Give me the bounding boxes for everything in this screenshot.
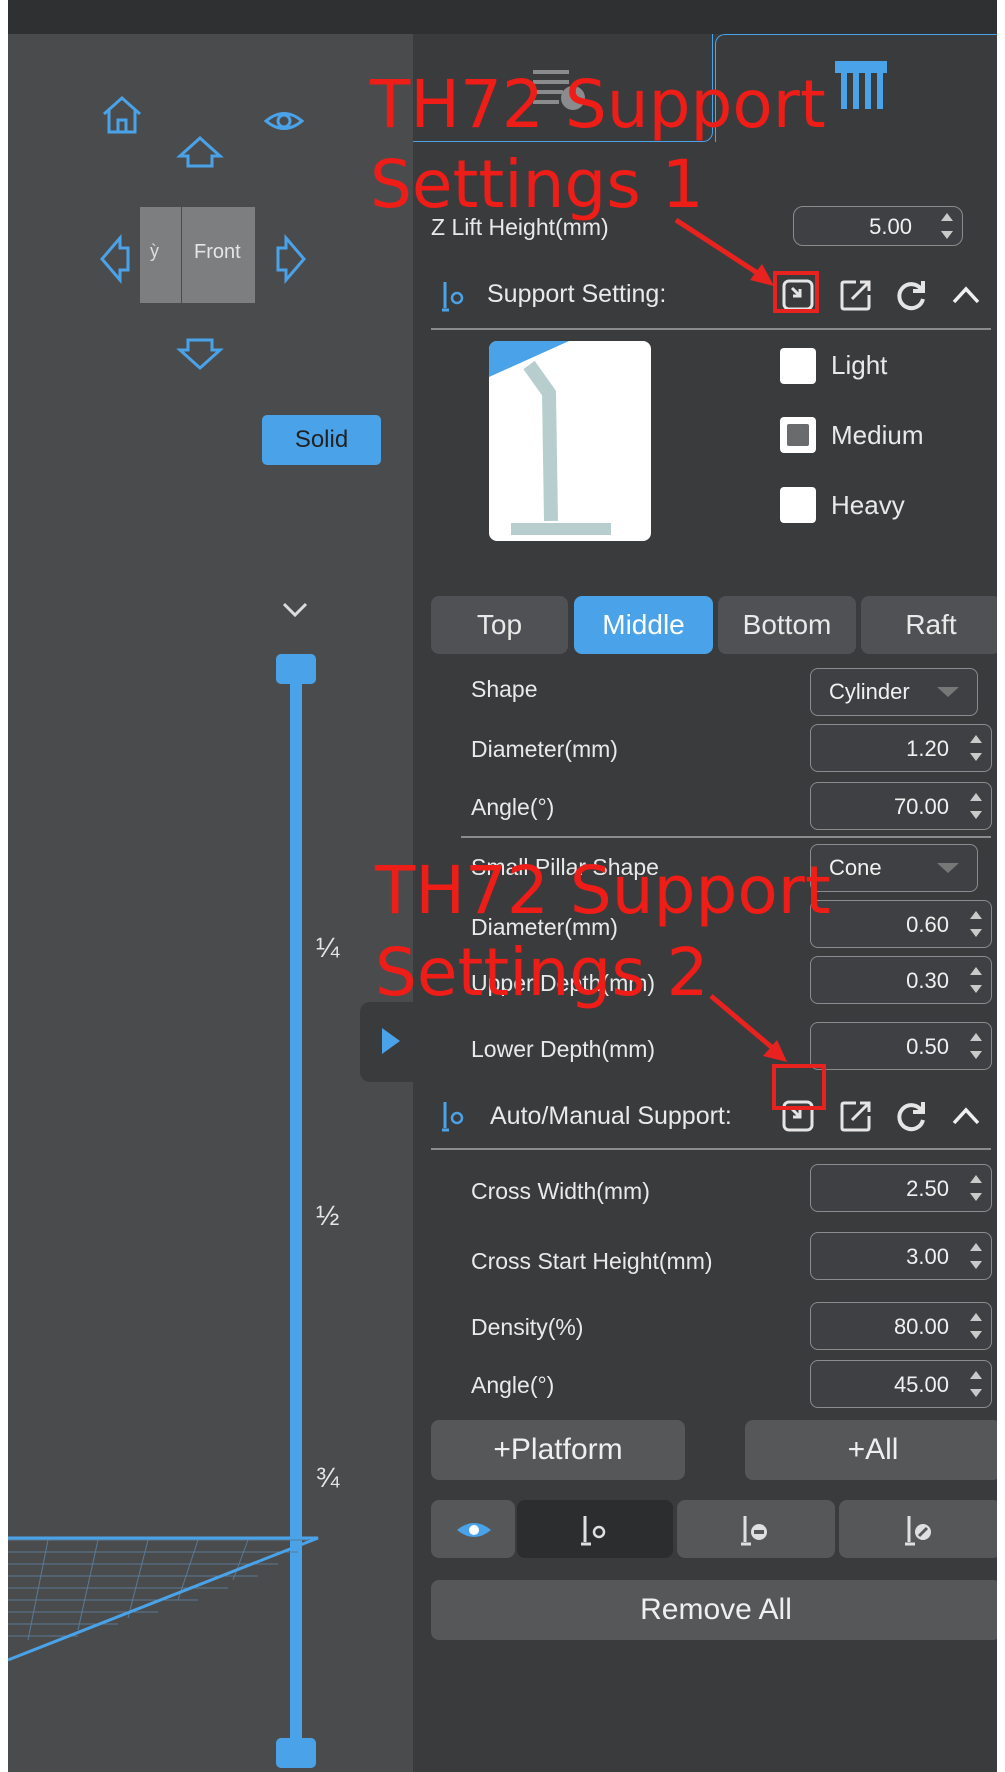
eye-icon [457, 1523, 491, 1537]
panel-collapse-handle[interactable] [360, 1002, 415, 1082]
tab-raft[interactable]: Raft [861, 596, 1001, 654]
viewcube-side-label: ỳ [150, 241, 159, 261]
reset-icon[interactable] [893, 277, 929, 313]
reset-icon[interactable] [893, 1098, 929, 1134]
app-window: ỳ Front Solid ¼ ½ ¾ Z Lift Height(mm) 5.… [0, 0, 1005, 1772]
slider-mark-half: ½ [316, 1200, 340, 1231]
triangle-right-icon [382, 1028, 400, 1054]
shape-select[interactable]: Cylinder [810, 668, 978, 716]
light-checkbox[interactable] [780, 348, 816, 384]
support-table-icon [835, 61, 887, 109]
viewcube-front-label: Front [194, 241, 241, 263]
support-add-icon [581, 1516, 606, 1546]
slider-mark-quarter: ¼ [316, 932, 340, 963]
cross-width-input[interactable]: 2.50 [810, 1164, 992, 1212]
tab-bottom[interactable]: Bottom [718, 596, 856, 654]
chevron-up-icon[interactable] [951, 284, 981, 306]
shape-label: Shape [471, 676, 538, 702]
annotation-text-1-line-2: Settings 1 [370, 146, 704, 223]
right-margin [997, 0, 1005, 1772]
lower-depth-label: Lower Depth(mm) [471, 1036, 656, 1062]
divider [431, 1148, 991, 1150]
divider [431, 328, 991, 330]
slider-mark-three-quarter: ¾ [316, 1462, 340, 1493]
lower-depth-input[interactable]: 0.50 [810, 1022, 992, 1070]
toggle-visibility-button[interactable] [431, 1500, 515, 1558]
annotation-box-1 [773, 271, 819, 313]
light-label: Light [831, 350, 888, 380]
chevron-up-icon[interactable] [951, 1105, 981, 1127]
viewcube-front-face[interactable]: Front [182, 207, 255, 303]
cross-angle-input[interactable]: 45.00 [810, 1360, 992, 1408]
medium-label: Medium [831, 420, 924, 450]
pillar-diameter-input[interactable]: 0.60 [810, 900, 992, 948]
annotation-text-2-line-1: TH72 Support [375, 852, 831, 929]
cross-width-label: Cross Width(mm) [471, 1178, 650, 1204]
arrow-right-icon[interactable] [274, 234, 308, 284]
support-preview-image [489, 341, 651, 541]
export-icon[interactable] [838, 277, 874, 313]
viewport: ỳ Front Solid ¼ ½ ¾ [8, 34, 415, 1772]
add-platform-button[interactable]: +Platform [431, 1420, 685, 1480]
tab-middle[interactable]: Middle [574, 596, 713, 654]
support-pin-icon [442, 282, 464, 312]
support-remove-icon [741, 1516, 767, 1546]
layer-slider-top-handle[interactable] [276, 654, 316, 684]
density-input[interactable]: 80.00 [810, 1302, 992, 1350]
support-pin-icon [442, 1102, 464, 1132]
eye-icon[interactable] [263, 106, 305, 136]
annotation-arrow-2 [709, 994, 787, 1062]
tab-top[interactable]: Top [431, 596, 568, 654]
support-setting-label: Support Setting: [487, 280, 667, 308]
angle-input[interactable]: 70.00 [810, 782, 992, 830]
diameter-input[interactable]: 1.20 [810, 724, 992, 772]
divider [461, 836, 991, 838]
viewcube-left-face[interactable]: ỳ [140, 207, 181, 303]
chevron-down-icon[interactable] [280, 600, 310, 620]
annotation-text-1-line-1: TH72 Support [370, 66, 826, 143]
solid-view-button[interactable]: Solid [262, 415, 381, 465]
heavy-label: Heavy [831, 490, 905, 520]
home-icon[interactable] [100, 94, 144, 136]
left-margin [0, 0, 8, 1772]
layer-slider-bottom-handle[interactable] [276, 1738, 316, 1768]
remove-support-tool-button[interactable] [677, 1500, 835, 1558]
cross-start-height-input[interactable]: 3.00 [810, 1232, 992, 1280]
diameter-label: Diameter(mm) [471, 736, 618, 762]
add-support-tool-button[interactable] [517, 1500, 673, 1558]
add-all-button[interactable]: +All [745, 1420, 1001, 1480]
upper-depth-input[interactable]: 0.30 [810, 956, 992, 1004]
arrow-left-icon[interactable] [98, 234, 132, 284]
heavy-checkbox[interactable] [780, 487, 816, 523]
cross-start-height-label: Cross Start Height(mm) [471, 1248, 713, 1274]
annotation-box-2 [772, 1064, 826, 1110]
auto-manual-support-label: Auto/Manual Support: [490, 1102, 732, 1130]
arrow-up-icon[interactable] [176, 134, 224, 170]
density-label: Density(%) [471, 1314, 584, 1340]
remove-all-button[interactable]: Remove All [431, 1580, 1001, 1640]
annotation-arrow-1 [674, 217, 774, 286]
angle-label: Angle(°) [471, 794, 555, 820]
build-plate-grid [8, 1536, 319, 1662]
support-edit-icon [905, 1516, 931, 1546]
top-bar [0, 0, 1005, 34]
edit-support-tool-button[interactable] [839, 1500, 1001, 1558]
cross-angle-label: Angle(°) [471, 1372, 555, 1398]
annotation-text-2-line-2: Settings 2 [375, 934, 709, 1011]
export-icon[interactable] [838, 1098, 874, 1134]
arrow-down-icon[interactable] [176, 336, 224, 372]
z-lift-input[interactable]: 5.00 [793, 206, 963, 246]
small-pillar-shape-select[interactable]: Cone [810, 844, 978, 892]
medium-checkbox[interactable] [780, 417, 816, 453]
